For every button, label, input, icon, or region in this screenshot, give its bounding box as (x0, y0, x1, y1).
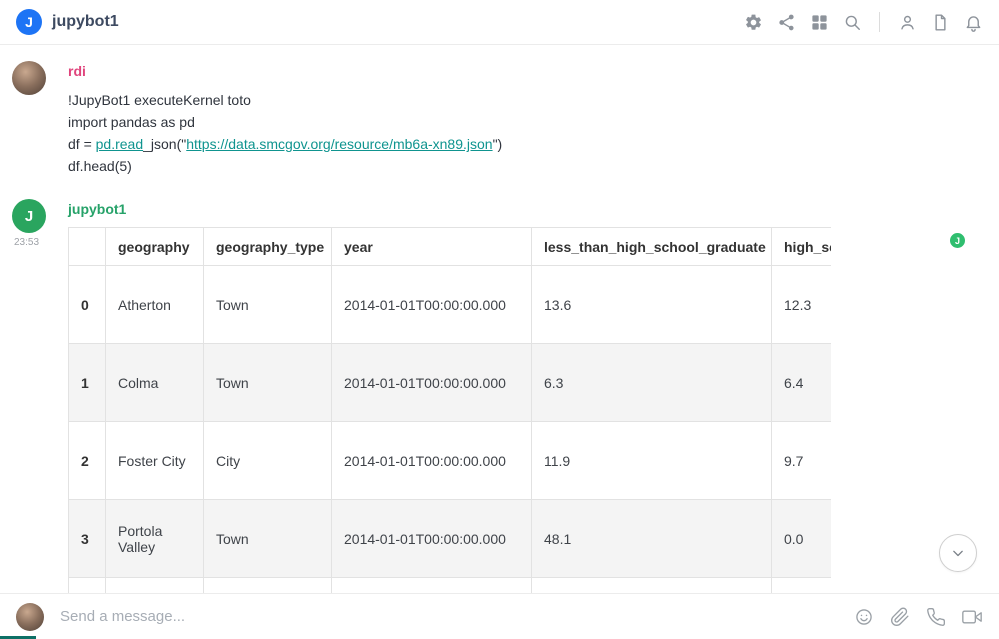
cell: 2014-01-01T00:00:00.000 (332, 422, 532, 500)
cell: Atherton (106, 266, 204, 344)
cell: 2014-01-01T00:00:00.000 (332, 266, 532, 344)
message-body: !JupyBot1 executeKernel toto import pand… (68, 89, 959, 177)
dataframe-table: geography geography_type year less_than_… (68, 227, 831, 593)
cell: 0 (69, 266, 106, 344)
channel-title: jupybot1 (52, 13, 119, 31)
message-timestamp: 23:53 (14, 237, 39, 248)
message-composer (0, 593, 999, 639)
cell: 3 (69, 500, 106, 578)
cell: City (204, 422, 332, 500)
files-icon[interactable] (930, 12, 950, 32)
dataframe-table-container: geography geography_type year less_than_… (68, 227, 831, 593)
cell (69, 578, 106, 594)
cell (772, 578, 832, 594)
composer-actions (853, 606, 983, 628)
cell: 9.7 (772, 422, 832, 500)
message-line: df = pd.read_json("https://data.smcgov.o… (68, 133, 959, 155)
cell (532, 578, 772, 594)
table-row: 3 Portola Valley Town 2014-01-01T00:00:0… (69, 500, 832, 578)
self-avatar[interactable] (16, 603, 44, 631)
username[interactable]: rdi (68, 61, 86, 81)
cell: Colma (106, 344, 204, 422)
chevron-down-icon (948, 543, 968, 563)
header-toolbar (743, 12, 983, 32)
col-geography-type: geography_type (204, 228, 332, 266)
message-line: df.head(5) (68, 155, 959, 177)
cell (106, 578, 204, 594)
cell: 12.3 (772, 266, 832, 344)
cell (332, 578, 532, 594)
header-divider (879, 12, 880, 32)
table-header-row: geography geography_type year less_than_… (69, 228, 832, 266)
cell: Town (204, 344, 332, 422)
code-text: ") (493, 136, 503, 152)
cell: Town (204, 500, 332, 578)
code-link[interactable]: pd.read (96, 136, 143, 152)
cell: Portola Valley (106, 500, 204, 578)
table-row: 0 Atherton Town 2014-01-01T00:00:00.000 … (69, 266, 832, 344)
cell: 48.1 (532, 500, 772, 578)
user-avatar[interactable] (12, 61, 46, 95)
cell: 11.9 (532, 422, 772, 500)
cell: 13.6 (532, 266, 772, 344)
message-line: import pandas as pd (68, 111, 959, 133)
col-index (69, 228, 106, 266)
bot-status-badge: J (950, 233, 965, 248)
cell: 6.3 (532, 344, 772, 422)
table-row: 1 Colma Town 2014-01-01T00:00:00.000 6.3… (69, 344, 832, 422)
emoji-icon[interactable] (853, 606, 875, 628)
table-row: 2 Foster City City 2014-01-01T00:00:00.0… (69, 422, 832, 500)
code-text: _json(" (143, 136, 186, 152)
gear-icon[interactable] (743, 12, 763, 32)
bot-avatar[interactable]: J (12, 199, 46, 233)
col-geography: geography (106, 228, 204, 266)
message-line: !JupyBot1 executeKernel toto (68, 89, 959, 111)
username[interactable]: jupybot1 (68, 199, 126, 219)
message-jupybot1: J 23:53 jupybot1 geography geography_typ… (0, 199, 999, 593)
share-icon[interactable] (776, 12, 796, 32)
channel-header: J jupybot1 (0, 0, 999, 45)
cell: Town (204, 266, 332, 344)
cell (204, 578, 332, 594)
video-camera-icon[interactable] (961, 606, 983, 628)
message-rdi: rdi !JupyBot1 executeKernel toto import … (0, 61, 999, 177)
cell: 2 (69, 422, 106, 500)
apps-grid-icon[interactable] (809, 12, 829, 32)
table-row-partial (69, 578, 832, 594)
col-less-than-hs: less_than_high_school_graduate (532, 228, 772, 266)
message-input[interactable] (58, 607, 853, 626)
cell: 1 (69, 344, 106, 422)
channel-avatar[interactable]: J (16, 9, 42, 35)
message-list: rdi !JupyBot1 executeKernel toto import … (0, 45, 999, 593)
phone-icon[interactable] (925, 606, 947, 628)
code-text: df = (68, 136, 96, 152)
paperclip-icon[interactable] (889, 606, 911, 628)
col-year: year (332, 228, 532, 266)
jump-to-bottom-button[interactable] (939, 534, 977, 572)
cell: 0.0 (772, 500, 832, 578)
cell: Foster City (106, 422, 204, 500)
url-link[interactable]: https://data.smcgov.org/resource/mb6a-xn… (186, 136, 492, 152)
search-icon[interactable] (842, 12, 862, 32)
bell-icon[interactable] (963, 12, 983, 32)
cell: 2014-01-01T00:00:00.000 (332, 500, 532, 578)
cell: 6.4 (772, 344, 832, 422)
members-icon[interactable] (897, 12, 917, 32)
cell: 2014-01-01T00:00:00.000 (332, 344, 532, 422)
col-high-sc: high_sc (772, 228, 832, 266)
